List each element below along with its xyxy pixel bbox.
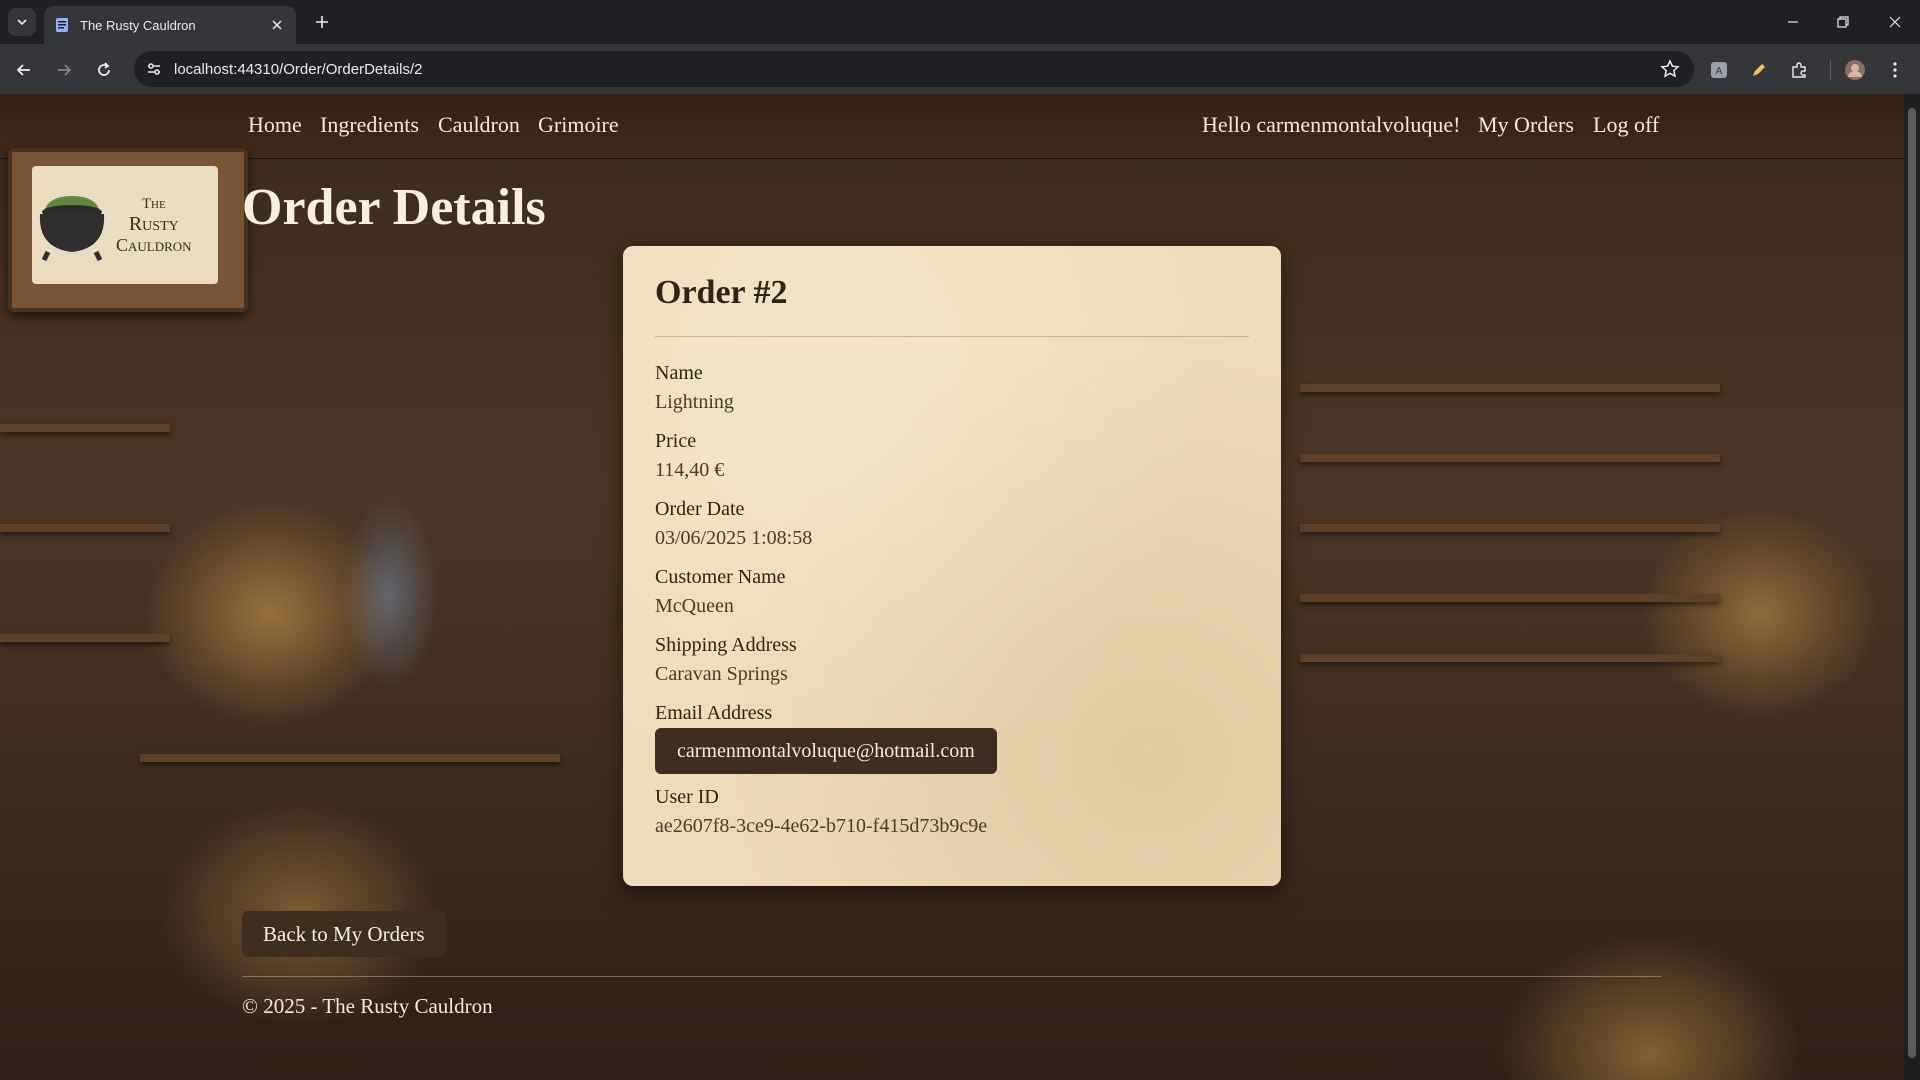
- field-label-shipping-address: Shipping Address: [655, 634, 797, 656]
- restore-button[interactable]: [1820, 8, 1866, 36]
- footer-divider: [242, 976, 1662, 977]
- field-label-email-address: Email Address: [655, 702, 773, 724]
- field-value-name: Lightning: [655, 391, 734, 413]
- site-info-button[interactable]: [144, 59, 164, 79]
- tab-search-button[interactable]: [8, 8, 36, 36]
- browser-tabstrip: The Rusty Cauldron: [0, 0, 1920, 44]
- browser-tab[interactable]: The Rusty Cauldron: [44, 6, 296, 44]
- tune-icon: [148, 63, 160, 75]
- extension-1-button[interactable]: A: [1706, 57, 1732, 83]
- my-orders-link[interactable]: My Orders: [1478, 112, 1574, 138]
- toolbar-divider: [1830, 60, 1831, 80]
- background-shelf: [1300, 524, 1720, 532]
- extensions-button[interactable]: [1786, 57, 1812, 83]
- field-label-order-date: Order Date: [655, 498, 745, 520]
- arrow-right-icon: [58, 64, 72, 76]
- nav-grimoire-link[interactable]: Grimoire: [538, 112, 619, 138]
- new-tab-button[interactable]: [310, 10, 334, 34]
- reload-button[interactable]: [90, 56, 118, 84]
- cauldron-icon: [39, 196, 105, 262]
- close-icon: [1889, 16, 1901, 28]
- extension-2-button[interactable]: [1746, 57, 1772, 83]
- browser-menu-button[interactable]: [1882, 57, 1908, 83]
- close-icon: [272, 20, 282, 30]
- page-scrollbar[interactable]: [1904, 94, 1920, 1080]
- site-logo[interactable]: The Rusty Cauldron: [8, 148, 248, 312]
- background-shelf: [1300, 384, 1720, 392]
- extension-badge-icon: A: [1711, 62, 1727, 78]
- bookmark-star-icon[interactable]: [1660, 59, 1680, 79]
- footer-copyright: © 2025 - The Rusty Cauldron: [242, 994, 493, 1018]
- plus-icon: [316, 16, 328, 28]
- avatar-icon: [1845, 60, 1865, 80]
- background-shelf: [1300, 454, 1720, 462]
- page-favicon-icon: [56, 18, 68, 32]
- page-title: Order Details: [242, 179, 546, 236]
- logo-line: Cauldron: [116, 234, 192, 255]
- scrollbar-thumb[interactable]: [1908, 108, 1916, 1058]
- reload-icon: [98, 62, 110, 76]
- back-nav-button[interactable]: [10, 56, 38, 84]
- page-viewport: Home Ingredients Cauldron Grimoire Hello…: [0, 94, 1904, 1080]
- card-divider: [655, 336, 1249, 337]
- background-table: [140, 754, 560, 762]
- puzzle-icon: [1792, 62, 1806, 78]
- background-shelf: [0, 524, 170, 532]
- arrow-left-icon: [16, 64, 30, 76]
- log-off-link[interactable]: Log off: [1593, 112, 1659, 138]
- more-vert-icon: [1893, 62, 1897, 78]
- field-value-customer-name: McQueen: [655, 595, 734, 617]
- field-label-customer-name: Customer Name: [655, 566, 786, 588]
- logo-text: The Rusty Cauldron: [116, 196, 192, 255]
- pen-icon: [1753, 64, 1765, 76]
- svg-text:A: A: [1716, 66, 1723, 77]
- logo-line: The: [141, 195, 166, 212]
- minimize-icon: [1788, 21, 1798, 23]
- close-window-button[interactable]: [1872, 8, 1918, 36]
- tab-close-button[interactable]: [266, 14, 288, 36]
- background-shelf: [0, 634, 170, 642]
- background-shelf: [1300, 594, 1720, 602]
- email-address-button[interactable]: carmenmontalvoluque@hotmail.com: [655, 728, 997, 774]
- field-value-shipping-address: Caravan Springs: [655, 663, 788, 685]
- background-shelf: [1300, 654, 1720, 662]
- forward-nav-button[interactable]: [50, 56, 78, 84]
- address-bar[interactable]: localhost:44310/Order/OrderDetails/2: [134, 51, 1694, 87]
- order-heading: Order #2: [655, 274, 788, 311]
- field-label-price: Price: [655, 430, 697, 452]
- url-text: localhost:44310/Order/OrderDetails/2: [174, 60, 423, 78]
- tab-title: The Rusty Cauldron: [80, 17, 196, 33]
- nav-home-link[interactable]: Home: [248, 112, 302, 138]
- browser-toolbar: localhost:44310/Order/OrderDetails/2 A: [0, 44, 1920, 94]
- nav-cauldron-link[interactable]: Cauldron: [438, 112, 520, 138]
- profile-avatar-button[interactable]: [1842, 57, 1868, 83]
- field-label-name: Name: [655, 362, 703, 384]
- site-navbar: Home Ingredients Cauldron Grimoire Hello…: [0, 94, 1904, 159]
- field-value-price: 114,40 €: [655, 459, 725, 481]
- chevron-down-icon: [17, 19, 27, 26]
- nav-ingredients-link[interactable]: Ingredients: [320, 112, 419, 138]
- field-label-user-id: User ID: [655, 786, 719, 808]
- background-shelf: [0, 424, 170, 432]
- logo-plaque: The Rusty Cauldron: [32, 166, 218, 284]
- user-greeting-link[interactable]: Hello carmenmontalvoluque!: [1202, 112, 1460, 138]
- back-to-my-orders-button[interactable]: Back to My Orders: [242, 911, 446, 957]
- field-value-user-id: ae2607f8-3ce9-4e62-b710-f415d73b9c9e: [655, 815, 988, 837]
- order-details-card: Order #2 Name Lightning Price 114,40 € O…: [623, 246, 1281, 886]
- logo-line: Rusty: [128, 212, 179, 235]
- minimize-button[interactable]: [1770, 8, 1816, 36]
- field-value-order-date: 03/06/2025 1:08:58: [655, 527, 813, 549]
- restore-icon: [1837, 16, 1849, 28]
